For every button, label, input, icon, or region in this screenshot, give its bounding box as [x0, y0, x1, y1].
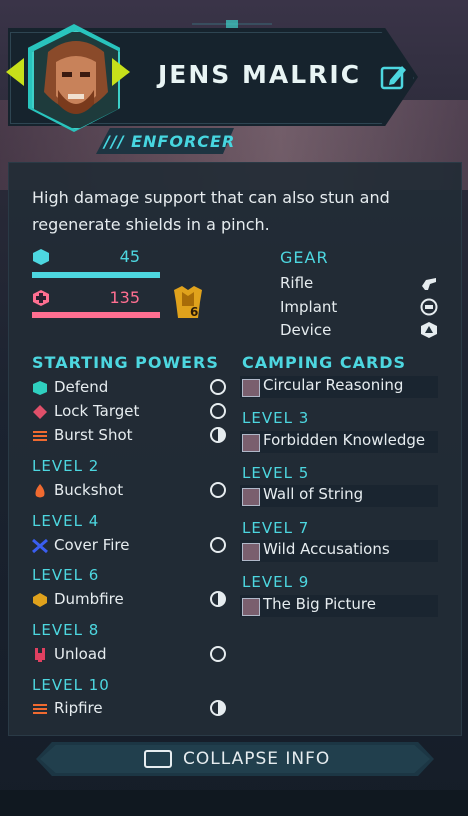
power-burst-shot[interactable]: Burst Shot — [32, 426, 232, 448]
camping-card-icon — [242, 434, 260, 452]
gear-item-rifle: Rifle — [280, 274, 314, 292]
power-lock-target[interactable]: Lock Target — [32, 402, 232, 424]
power-unload[interactable]: Unload — [32, 645, 232, 667]
power-label: Burst Shot — [54, 426, 133, 444]
health-bar — [32, 312, 160, 318]
gear-item-device: Device — [280, 321, 332, 339]
shield-bar — [32, 272, 160, 278]
rifle-icon[interactable] — [420, 274, 438, 292]
cover-fire-icon — [32, 538, 48, 554]
power-defend[interactable]: Defend — [32, 378, 232, 400]
camping-card-forbidden-knowledge[interactable]: Forbidden Knowledge — [240, 431, 438, 453]
health-value: 135 — [109, 288, 140, 307]
camping-card-icon — [242, 543, 260, 561]
power-label: Buckshot — [54, 481, 124, 499]
armor-value: 6 — [190, 305, 199, 319]
camping-card-wild-accusations[interactable]: Wild Accusations — [240, 540, 438, 562]
collapse-icon — [144, 750, 172, 768]
shield-icon — [33, 249, 49, 265]
power-level-6: LEVEL 6 — [32, 566, 100, 584]
camping-level-9: LEVEL 9 — [242, 573, 310, 591]
collapse-info-label: COLLAPSE INFO — [183, 749, 331, 769]
full-action-icon — [210, 646, 226, 662]
full-action-icon — [210, 482, 226, 498]
power-ripfire[interactable]: Ripfire — [32, 699, 232, 721]
full-action-icon — [210, 379, 226, 395]
edit-icon[interactable] — [380, 62, 408, 90]
device-icon[interactable] — [420, 321, 438, 339]
camping-level-5: LEVEL 5 — [242, 464, 310, 482]
power-label: Lock Target — [54, 402, 140, 420]
camping-card-label: Wild Accusations — [263, 540, 390, 558]
shield-value: 45 — [119, 247, 140, 266]
full-action-icon — [210, 403, 226, 419]
burst-shot-icon — [33, 431, 47, 441]
bottom-strip — [0, 790, 468, 816]
power-label: Ripfire — [54, 699, 103, 717]
health-icon — [33, 290, 49, 306]
camping-card-the-big-picture[interactable]: The Big Picture — [240, 595, 438, 617]
gear-item-implant: Implant — [280, 298, 338, 316]
portrait — [22, 18, 126, 138]
power-dumbfire[interactable]: Dumbfire — [32, 590, 232, 612]
camping-level-7: LEVEL 7 — [242, 519, 310, 537]
half-action-icon — [210, 700, 226, 716]
power-level-10: LEVEL 10 — [32, 676, 110, 694]
character-name: JENS MALRIC — [158, 60, 362, 89]
ripfire-icon — [33, 704, 47, 714]
character-face-icon — [34, 32, 118, 128]
camping-card-icon — [242, 379, 260, 397]
gear-title: GEAR — [280, 248, 329, 267]
power-level-4: LEVEL 4 — [32, 512, 100, 530]
power-label: Defend — [54, 378, 109, 396]
camping-level-3: LEVEL 3 — [242, 409, 310, 427]
power-label: Dumbfire — [54, 590, 124, 608]
power-buckshot[interactable]: Buckshot — [32, 481, 232, 503]
camping-cards-title: CAMPING CARDS — [242, 353, 407, 372]
camping-card-label: The Big Picture — [263, 595, 376, 613]
lock-target-icon — [33, 405, 47, 419]
armor-icon — [174, 286, 202, 318]
defend-icon — [33, 381, 47, 395]
full-action-icon — [210, 537, 226, 553]
camping-card-label: Wall of String — [263, 485, 364, 503]
starting-powers-title: STARTING POWERS — [32, 353, 219, 372]
unload-icon — [35, 648, 45, 662]
power-level-2: LEVEL 2 — [32, 457, 100, 475]
top-ornament — [192, 20, 272, 28]
half-action-icon — [210, 591, 226, 607]
power-label: Unload — [54, 645, 107, 663]
camping-card-wall-of-string[interactable]: Wall of String — [240, 485, 438, 507]
camping-card-circular-reasoning[interactable]: Circular Reasoning — [240, 376, 438, 398]
camping-card-label: Forbidden Knowledge — [263, 431, 426, 449]
power-level-8: LEVEL 8 — [32, 621, 100, 639]
implant-icon[interactable] — [420, 298, 438, 316]
buckshot-icon — [35, 484, 45, 498]
camping-card-label: Circular Reasoning — [263, 376, 404, 394]
camping-card-icon — [242, 598, 260, 616]
dumbfire-icon — [33, 593, 47, 607]
previous-character-arrow[interactable] — [6, 58, 24, 86]
camping-card-icon — [242, 488, 260, 506]
character-description: High damage support that can also stun a… — [32, 188, 390, 234]
power-label: Cover Fire — [54, 536, 130, 554]
next-character-arrow[interactable] — [112, 58, 130, 86]
power-cover-fire[interactable]: Cover Fire — [32, 536, 232, 558]
half-action-icon — [210, 427, 226, 443]
character-class: /// ENFORCER — [104, 132, 236, 151]
